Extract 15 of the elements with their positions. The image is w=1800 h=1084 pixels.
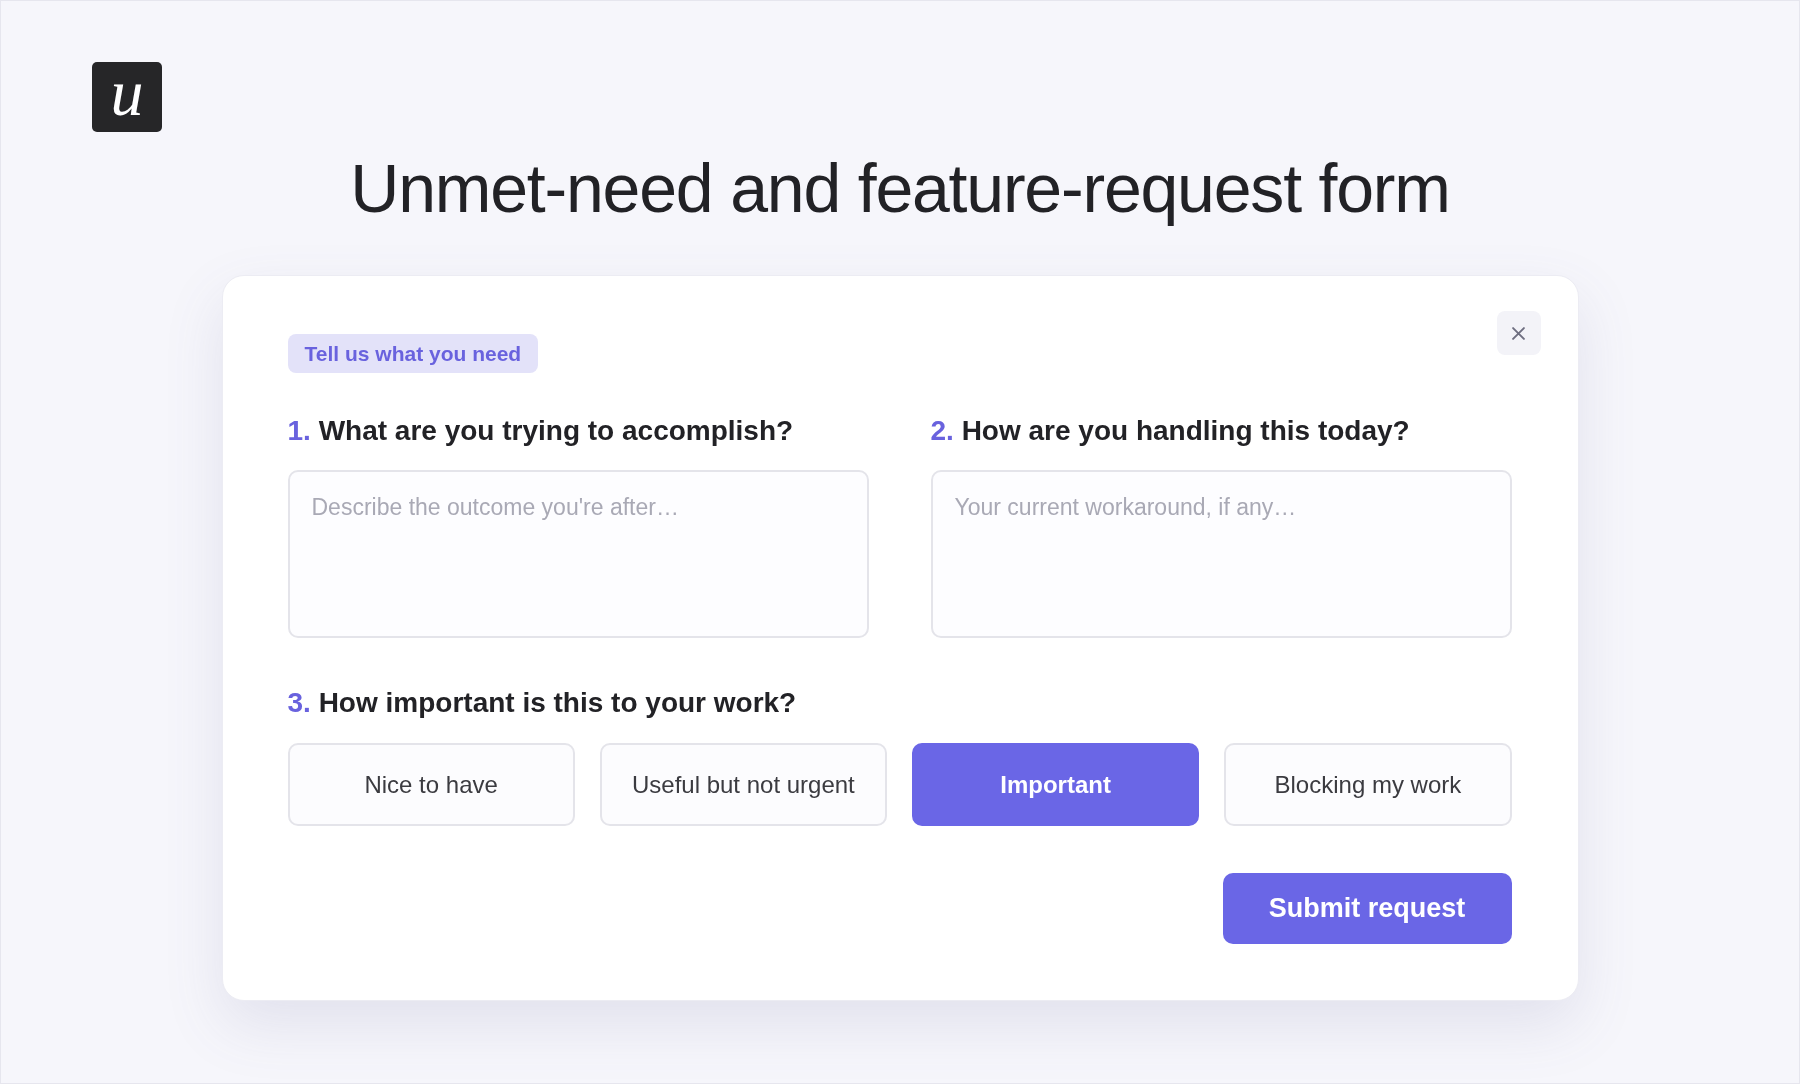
- importance-option[interactable]: Nice to have: [287, 743, 575, 826]
- logo: u: [92, 62, 162, 132]
- close-button[interactable]: [1496, 311, 1541, 355]
- question-heading: 3. How important is this to your work?: [287, 686, 798, 720]
- answer-field[interactable]: Describe the outcome you're after…: [287, 470, 869, 638]
- close-icon: [1512, 326, 1525, 340]
- question-heading: 2. How are you handling this today?: [930, 414, 1411, 448]
- importance-option[interactable]: Useful but not urgent: [599, 743, 887, 826]
- section-tag: Tell us what you need: [287, 334, 539, 373]
- answer-field[interactable]: Your current workaround, if any…: [930, 470, 1512, 638]
- page-title: Unmet-need and feature-request form: [350, 149, 1450, 228]
- question-heading: 1. What are you trying to accomplish?: [287, 414, 795, 448]
- submit-button[interactable]: Submit request: [1222, 873, 1512, 944]
- importance-option[interactable]: Blocking my work: [1224, 743, 1512, 826]
- importance-option[interactable]: Important: [912, 743, 1200, 826]
